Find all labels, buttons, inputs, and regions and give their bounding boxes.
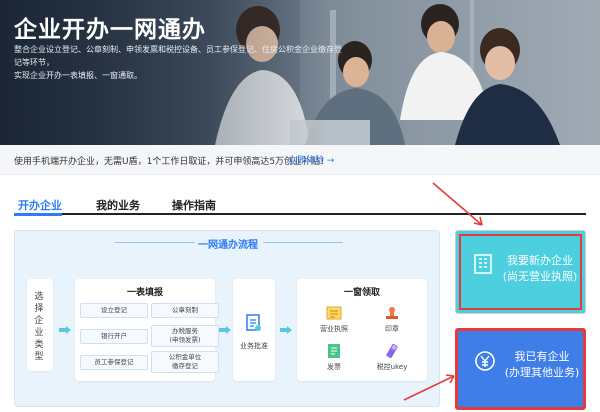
hero-desc-line2: 实现企业开办一表填报、一窗通取。 <box>14 71 142 80</box>
new-business-line1: 我要新办企业 <box>507 254 573 267</box>
tab-start-business[interactable]: 开办企业 <box>18 197 62 213</box>
pickup-invoice-label: 发票 <box>327 363 341 371</box>
item-housing-fund: 公积金单位 缴存登记 <box>151 351 219 373</box>
existing-business-card-text: 我已有企业 (办理其他业务) <box>498 349 586 381</box>
main-tabs: 开办企业 我的业务 操作指南 <box>14 195 586 216</box>
license-icon <box>326 306 342 320</box>
step-pickup-title: 一窗领取 <box>343 288 380 298</box>
ukey-icon <box>386 343 398 359</box>
item-registration: 设立登记 <box>80 303 148 318</box>
hero-banner: 企业开办一网通办 整合企业设立登记、公章刻制、申领发票和税控设备、员工参保登记、… <box>0 0 600 145</box>
pickup-seal-label: 印章 <box>385 325 399 333</box>
notice-text: 使用手机端开办企业，无需U盾，1个工作日取证，并可申领高达5万创业补贴！ <box>14 157 330 167</box>
flow-title: 一网通办流程 <box>198 240 258 251</box>
seal-icon <box>386 307 398 319</box>
step-select-type-label: 选择企业类型 <box>27 291 51 363</box>
hero-desc-line1: 整合企业设立登记、公章刻制、申领发票和税控设备、员工参保登记、住房公积金企业缴存… <box>14 45 342 67</box>
step-one-window-pickup: 一窗领取 营业执照 印章 发票 税控ukey <box>297 279 427 381</box>
item-bank-account: 银行开户 <box>80 329 148 344</box>
active-tab-indicator <box>14 213 62 216</box>
existing-business-card[interactable]: 我已有企业 (办理其他业务) <box>455 328 586 410</box>
pickup-seal: 印章 <box>367 305 417 334</box>
new-business-card[interactable]: 我要新办企业 (尚无营业执照) <box>455 230 586 314</box>
page-root: 企业开办一网通办 整合企业设立登记、公章刻制、申领发票和税控设备、员工参保登记、… <box>0 0 600 412</box>
yen-coin-icon <box>475 351 495 371</box>
annotation-arrow-top <box>432 182 483 226</box>
hero-description: 整合企业设立登记、公章刻制、申领发票和税控设备、员工参保登记、住房公积金企业缴存… <box>14 43 344 82</box>
process-flow-panel: 一网通办流程 选择企业类型 一表填报 设立登记 公章刻制 银行开户 办税服务 (… <box>14 230 440 407</box>
notice-bar: 使用手机端开办企业，无需U盾，1个工作日取证，并可申领高达5万创业补贴！ 立即体… <box>0 145 600 175</box>
tab-my-business[interactable]: 我的业务 <box>96 197 140 213</box>
step-select-type-text: 选择企业类型 <box>34 292 44 362</box>
building-icon <box>474 254 492 274</box>
step-one-form: 一表填报 设立登记 公章刻制 银行开户 办税服务 (申领发票) 员工参保登记 公… <box>75 279 219 381</box>
existing-business-line2: (办理其他业务) <box>504 366 580 379</box>
new-business-line2: (尚无营业执照) <box>502 270 578 283</box>
flow-arrow-3 <box>280 326 292 334</box>
title-rule-right <box>263 242 343 243</box>
flow-arrow-1 <box>59 326 71 334</box>
tab-operation-guide[interactable]: 操作指南 <box>172 197 216 213</box>
item-seal-engraving: 公章刻制 <box>151 303 219 318</box>
step-select-type: 选择企业类型 <box>27 279 53 371</box>
hero-title: 企业开办一网通办 <box>14 17 206 43</box>
approval-doc-icon <box>246 314 261 331</box>
try-now-link[interactable]: 立即体验 → <box>288 153 334 166</box>
invoice-icon <box>328 344 340 358</box>
new-business-card-text: 我要新办企业 (尚无营业执照) <box>496 253 584 285</box>
item-employee-insurance: 员工参保登记 <box>80 355 148 370</box>
pickup-license-label: 营业执照 <box>320 325 348 333</box>
step-approval: 业务批准 <box>233 279 275 381</box>
step-one-form-title: 一表填报 <box>126 288 163 298</box>
pickup-tax-ukey: 税控ukey <box>367 343 417 372</box>
annotation-arrow-bottom <box>403 374 455 401</box>
flow-arrow-2 <box>219 326 231 334</box>
existing-business-line1: 我已有企业 <box>514 350 570 363</box>
pickup-business-license: 营业执照 <box>309 305 359 334</box>
item-tax-service: 办税服务 (申领发票) <box>151 325 219 347</box>
pickup-invoice: 发票 <box>309 343 359 372</box>
step-approval-label: 业务批准 <box>240 342 268 350</box>
